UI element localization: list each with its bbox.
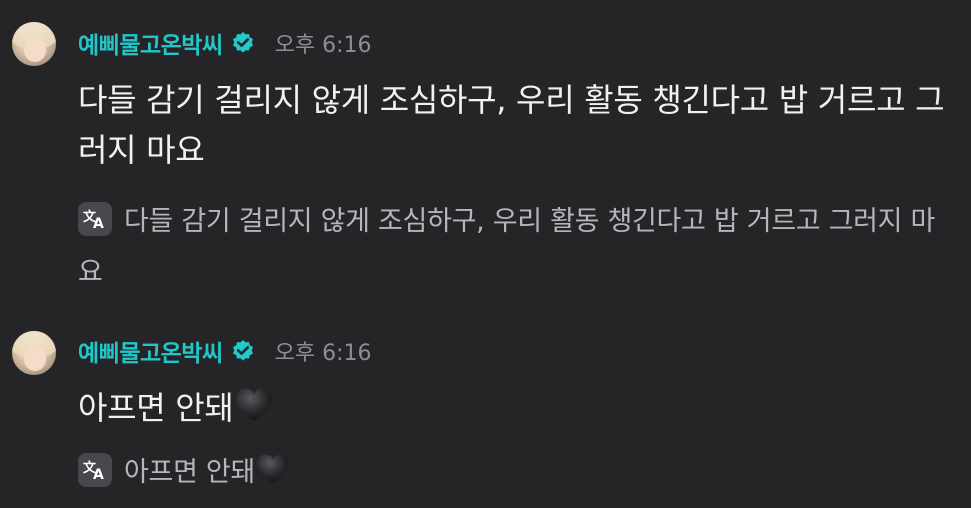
timestamp: 오후 6:16 [274, 33, 372, 58]
svg-text:A: A [93, 467, 104, 482]
message-header: 예삐물고온박씨 오후 6:16 [78, 26, 372, 60]
translation-text: 다들 감기 걸리지 않게 조심하구, 우리 활동 챙긴다고 밥 거르고 그러지 … [78, 206, 936, 288]
translation-text: 아프면 안돼 [124, 457, 255, 488]
avatar-face [24, 347, 46, 371]
black-heart-icon [234, 387, 274, 437]
timestamp: 오후 6:16 [274, 341, 372, 366]
avatar-face [24, 38, 46, 62]
avatar[interactable] [12, 331, 56, 375]
translate-icon[interactable]: 文 A [78, 202, 112, 236]
svg-text:A: A [93, 216, 104, 231]
message-text: 다들 감기 걸리지 않게 조심하구, 우리 활동 챙긴다고 밥 거르고 그러지 … [78, 81, 945, 169]
message-text: 아프면 안돼 [78, 389, 234, 427]
message-text-row: 아프면 안돼 [78, 383, 948, 437]
message-header: 예삐물고온박씨 오후 6:16 [78, 334, 372, 368]
black-heart-icon [255, 451, 291, 502]
translate-icon[interactable]: 文 A [78, 453, 112, 487]
verified-badge-icon [231, 31, 255, 55]
verified-badge-icon [231, 339, 255, 363]
username[interactable]: 예삐물고온박씨 [78, 26, 223, 60]
translation-block: 文 A 아프면 안돼 [78, 447, 948, 502]
username[interactable]: 예삐물고온박씨 [78, 334, 223, 368]
translation-block: 文 A 다들 감기 걸리지 않게 조심하구, 우리 활동 챙긴다고 밥 거르고 … [78, 196, 948, 298]
avatar[interactable] [12, 22, 56, 66]
